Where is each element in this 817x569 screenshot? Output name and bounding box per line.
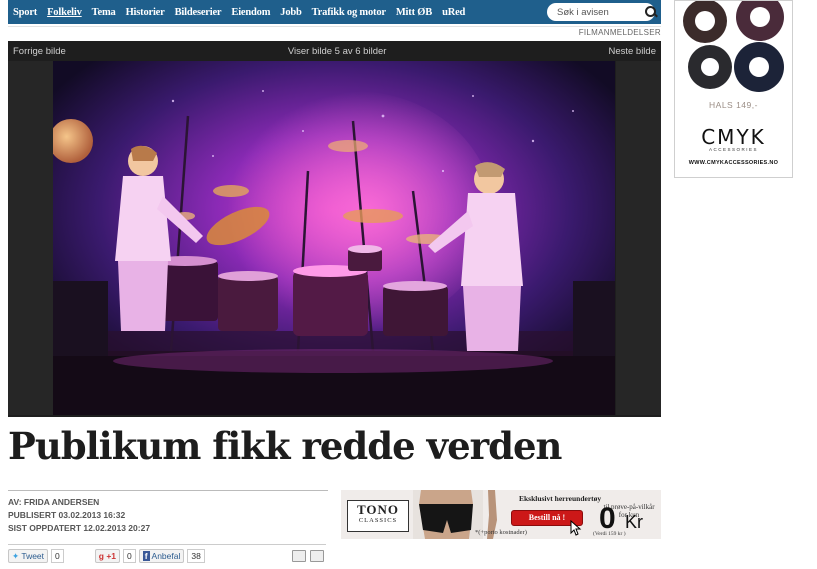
- google-plus-icon: g: [98, 551, 104, 561]
- underwear-model-image: [413, 490, 483, 539]
- banner-shipping-note: *(+porto kostnader): [475, 529, 527, 536]
- article-meta: AV: FRIDA ANDERSEN PUBLISERT 03.02.2013 …: [8, 490, 328, 535]
- nav-item-historier[interactable]: Historier: [121, 7, 170, 18]
- facebook-recommend-button[interactable]: f Anbefal: [138, 549, 185, 563]
- side-ad-price: HALS 149,-: [709, 100, 758, 110]
- article-tools: [292, 550, 324, 562]
- concert-photo: [53, 61, 615, 415]
- print-icon[interactable]: [292, 550, 306, 562]
- tono-brand-sub: CLASSICS: [358, 517, 398, 524]
- search-icon[interactable]: [643, 5, 658, 19]
- nav-item-folkeliv[interactable]: Folkeliv: [42, 7, 87, 18]
- search-box: [547, 3, 658, 21]
- google-plus-label: +1: [106, 551, 117, 561]
- social-share-bar: ✦ Tweet 0 g +1 0 f Anbefal 38: [8, 544, 326, 565]
- nav-item-trafikk-og-motor[interactable]: Trafikk og motor: [307, 7, 391, 18]
- tweet-label: Tweet: [21, 551, 45, 561]
- nav-item-sport[interactable]: Sport: [8, 7, 42, 18]
- side-ad-cmyk[interactable]: HALS 149,- CMYK ACCESSORIES WWW.CMYKACCE…: [674, 0, 793, 178]
- banner-currency: Kr: [625, 512, 643, 532]
- nav-item-bildeserier[interactable]: Bildeserier: [170, 7, 227, 18]
- section-label[interactable]: FILMANMELDELSER: [579, 28, 661, 37]
- banner-value-note: (Verdi 159 kr ): [593, 531, 626, 537]
- gallery-left-edge[interactable]: [8, 61, 53, 415]
- cmyk-logo-sub: ACCESSORIES: [708, 147, 758, 152]
- facebook-icon: f: [142, 551, 150, 561]
- banner-ad-tono[interactable]: TONO CLASSICS Eksklusivt herreundertøy t…: [341, 490, 661, 539]
- tono-brand: TONO: [356, 502, 400, 517]
- google-plus-count: 0: [123, 549, 136, 563]
- side-ad-url[interactable]: WWW.CMYKACCESSORIES.NO: [675, 160, 792, 166]
- email-icon[interactable]: [310, 550, 324, 562]
- scarves-image: [683, 1, 784, 92]
- nav-item-mitt-ob[interactable]: Mitt ØB: [391, 7, 437, 18]
- next-image-button[interactable]: Neste bilde: [608, 46, 656, 57]
- facebook-recommend-count: 38: [187, 549, 205, 563]
- nav-item-tema[interactable]: Tema: [87, 7, 121, 18]
- published-date: PUBLISERT 03.02.2013 16:32: [8, 510, 126, 520]
- search-input[interactable]: [555, 5, 643, 19]
- tweet-button[interactable]: ✦ Tweet: [8, 549, 49, 563]
- nav-item-eiendom[interactable]: Eiendom: [226, 7, 275, 18]
- image-gallery: Forrige bilde Viser bilde 5 av 6 bilder …: [8, 41, 661, 417]
- nav-item-ured[interactable]: uRed: [437, 7, 470, 18]
- facebook-recommend-label: Anbefal: [151, 551, 181, 561]
- google-plus-button[interactable]: g +1: [94, 549, 121, 563]
- cmyk-logo: CMYK: [701, 125, 766, 149]
- tono-logo: TONO CLASSICS: [347, 500, 409, 532]
- cursor-icon: [570, 520, 582, 536]
- gallery-photo[interactable]: [53, 61, 615, 415]
- tweet-count: 0: [51, 549, 64, 563]
- divider: [8, 26, 661, 27]
- gallery-right-edge[interactable]: [616, 61, 661, 415]
- image-counter: Viser bilde 5 av 6 bilder: [287, 45, 387, 57]
- nav-item-jobb[interactable]: Jobb: [275, 7, 306, 18]
- previous-image-button[interactable]: Forrige bilde: [13, 46, 66, 57]
- divider: [8, 490, 328, 491]
- article-headline: Publikum fikk redde verden: [8, 424, 562, 468]
- updated-date: SIST OPPDATERT 12.02.2013 20:27: [8, 523, 151, 533]
- twitter-icon: ✦: [12, 551, 20, 561]
- author-byline: AV: FRIDA ANDERSEN: [8, 497, 100, 507]
- banner-headline: Eksklusivt herreundertøy: [519, 494, 602, 503]
- gallery-controls: Forrige bilde Viser bilde 5 av 6 bilder …: [8, 41, 661, 61]
- main-navigation: Sport Folkeliv Tema Historier Bildeserie…: [8, 0, 661, 24]
